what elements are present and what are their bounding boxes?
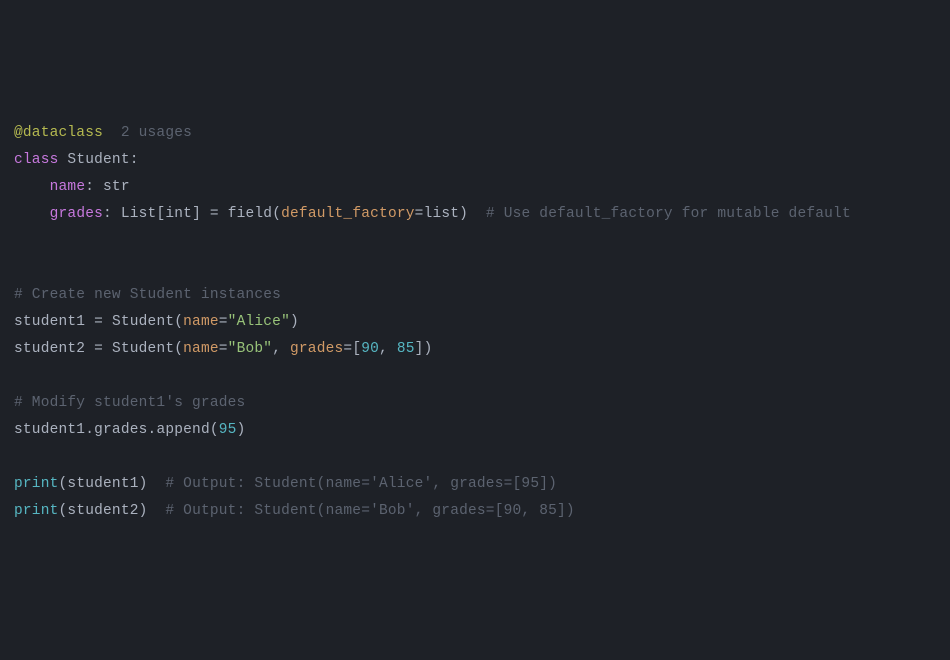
function-call: field: [228, 206, 273, 222]
comment: # Use default_factory for mutable defaul…: [486, 206, 851, 222]
variable: student1: [14, 314, 85, 330]
comment: # Create new Student instances: [14, 287, 281, 303]
parameter-name: default_factory: [281, 206, 415, 222]
equals: =: [219, 314, 228, 330]
equals: =: [343, 341, 352, 357]
code-line: class Student:: [14, 152, 139, 168]
gap: [148, 476, 166, 492]
paren-open: (: [59, 503, 68, 519]
paren-close: ): [290, 314, 299, 330]
code-line: # Create new Student instances: [14, 287, 281, 303]
code-editor[interactable]: @dataclass 2 usages class Student: name:…: [14, 120, 950, 525]
builtin-function: print: [14, 476, 59, 492]
paren-close: ): [459, 206, 468, 222]
decorator: @dataclass: [14, 125, 103, 141]
bracket-open: [: [352, 341, 361, 357]
number-literal: 95: [219, 422, 237, 438]
blank-line: [14, 260, 23, 276]
type-int: int: [165, 206, 192, 222]
indent: [14, 206, 50, 222]
keyword-arg: grades: [290, 341, 343, 357]
paren-open: (: [174, 314, 183, 330]
paren-close: ): [424, 341, 433, 357]
type-list: List: [121, 206, 157, 222]
variable: student2: [14, 341, 85, 357]
code-line: @dataclass 2 usages: [14, 125, 192, 141]
equals: =: [415, 206, 424, 222]
field-name: grades: [50, 206, 103, 222]
constructor: Student: [112, 314, 174, 330]
equals: =: [219, 341, 228, 357]
comment: # Output: Student(name='Alice', grades=[…: [165, 476, 557, 492]
builtin-function: print: [14, 503, 59, 519]
colon: :: [85, 179, 103, 195]
argument: student1: [67, 476, 138, 492]
code-line: # Modify student1's grades: [14, 395, 245, 411]
code-line: grades: List[int] = field(default_factor…: [14, 206, 851, 222]
equals: =: [85, 341, 112, 357]
blank-line: [14, 368, 23, 384]
blank-line: [14, 233, 23, 249]
object: student1: [14, 422, 85, 438]
blank-line: [14, 449, 23, 465]
identifier: list: [424, 206, 460, 222]
colon: :: [103, 206, 121, 222]
comment: # Output: Student(name='Bob', grades=[90…: [165, 503, 574, 519]
keyword-class: class: [14, 152, 59, 168]
string-literal: "Alice": [228, 314, 290, 330]
dot: .: [85, 422, 94, 438]
code-line: student1.grades.append(95): [14, 422, 246, 438]
usages-hint[interactable]: 2 usages: [121, 125, 192, 141]
comma: ,: [379, 341, 397, 357]
number-literal: 90: [361, 341, 379, 357]
comma: ,: [272, 341, 290, 357]
paren-open: (: [272, 206, 281, 222]
code-line: student2 = Student(name="Bob", grades=[9…: [14, 341, 432, 357]
comment: # Modify student1's grades: [14, 395, 245, 411]
bracket-close: ]: [415, 341, 424, 357]
number-literal: 85: [397, 341, 415, 357]
equals: =: [85, 314, 112, 330]
paren-close: ): [139, 476, 148, 492]
attribute: grades: [94, 422, 147, 438]
colon: :: [130, 152, 139, 168]
string-literal: "Bob": [228, 341, 273, 357]
method-call: append: [156, 422, 209, 438]
field-name: name: [50, 179, 86, 195]
keyword-arg: name: [183, 341, 219, 357]
paren-open: (: [174, 341, 183, 357]
paren-close: ): [139, 503, 148, 519]
argument: student2: [67, 503, 138, 519]
gap: [468, 206, 486, 222]
bracket-close: ]: [192, 206, 201, 222]
type-annotation: str: [103, 179, 130, 195]
constructor: Student: [112, 341, 174, 357]
equals: =: [201, 206, 228, 222]
code-line: print(student1) # Output: Student(name='…: [14, 476, 557, 492]
keyword-arg: name: [183, 314, 219, 330]
code-line: name: str: [14, 179, 130, 195]
paren-close: ): [237, 422, 246, 438]
code-line: print(student2) # Output: Student(name='…: [14, 503, 575, 519]
class-name: Student: [67, 152, 129, 168]
gap: [148, 503, 166, 519]
code-line: student1 = Student(name="Alice"): [14, 314, 299, 330]
indent: [14, 179, 50, 195]
paren-open: (: [210, 422, 219, 438]
